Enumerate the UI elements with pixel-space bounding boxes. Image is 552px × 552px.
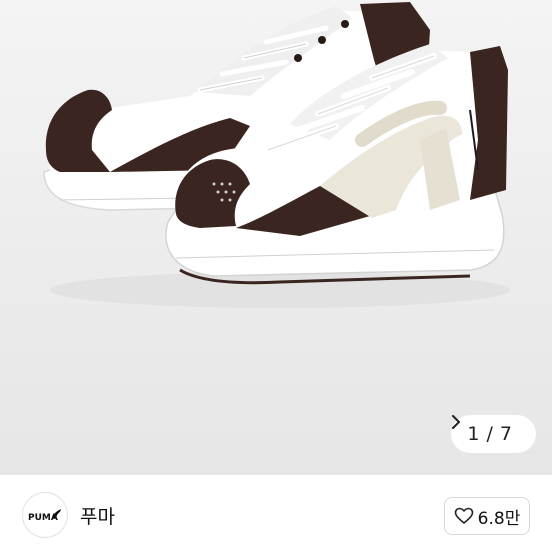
puma-logo: PUMA xyxy=(28,509,61,523)
heart-outline-icon xyxy=(454,507,474,525)
image-counter[interactable]: 1 / 7 xyxy=(451,415,536,453)
product-image-gallery[interactable]: 1 / 7 xyxy=(0,0,552,475)
brand-avatar[interactable]: PUMA xyxy=(22,492,68,538)
sneaker-product-image xyxy=(43,2,510,308)
like-count: 6.8만 xyxy=(477,508,521,529)
like-button[interactable]: 6.8만 xyxy=(444,497,530,535)
counter-separator: / xyxy=(486,423,493,445)
current-image-index: 1 xyxy=(467,423,480,445)
total-image-count: 7 xyxy=(499,423,512,445)
brand-bar: PUMA 푸마 6.8만 xyxy=(0,475,552,552)
brand-name[interactable]: 푸마 xyxy=(80,502,115,529)
